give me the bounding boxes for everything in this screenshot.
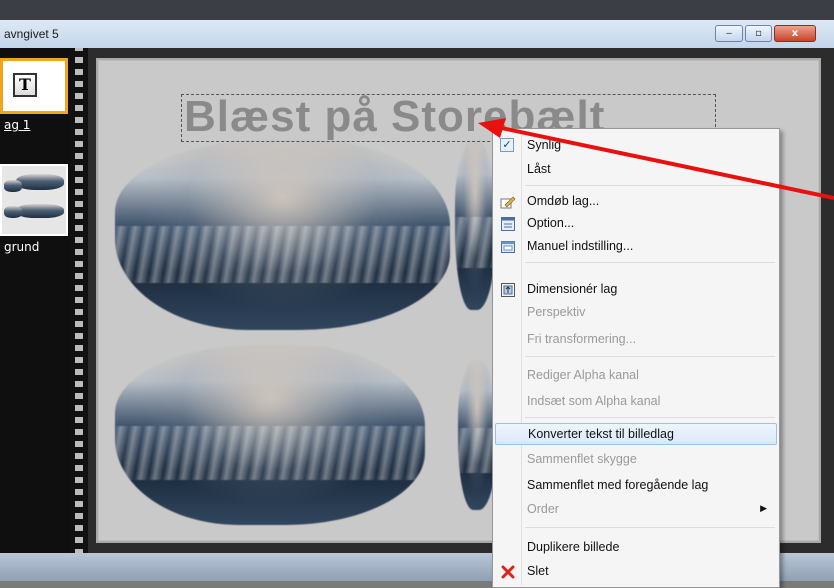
menu-item-label: Duplikere billede (527, 540, 620, 554)
submenu-arrow-icon: ▶ (760, 503, 767, 513)
layer-context-menu: ✓ Synlig Låst Omdøb lag... Option... Man… (492, 128, 780, 588)
maximize-icon: ▫ (755, 28, 762, 39)
resize-icon (501, 283, 515, 297)
menu-item-label: Manuel indstilling... (527, 239, 634, 253)
menu-item-label: Slet (527, 564, 549, 578)
mini-photo (4, 206, 22, 218)
mini-photo (16, 174, 64, 190)
option-icon (501, 217, 515, 231)
film-strip-decoration (70, 48, 88, 553)
menu-item-manual-settings[interactable]: Manuel indstilling... (495, 236, 777, 258)
photo-sea-top-right[interactable] (455, 140, 495, 310)
text-layer-icon: T (13, 73, 37, 97)
menu-item-rename-layer[interactable]: Omdøb lag... (495, 191, 777, 213)
menu-item-convert-text-to-image[interactable]: Konverter tekst til billedlag (495, 423, 777, 445)
menu-item-label: Sammenflet skygge (527, 452, 637, 466)
menu-item-edit-alpha[interactable]: Rediger Alpha kanal (495, 365, 777, 387)
menu-item-label: Indsæt som Alpha kanal (527, 394, 661, 408)
minimize-icon: ‒ (725, 28, 733, 39)
photo-sea-bottom-left[interactable] (115, 345, 425, 525)
layer-label-background[interactable]: grund (4, 240, 39, 254)
menu-item-label: Dimensionér lag (527, 282, 618, 296)
manual-settings-icon (501, 241, 515, 253)
menu-item-locked[interactable]: Låst (495, 159, 777, 181)
maximize-button[interactable]: ▫ (745, 25, 772, 42)
minimize-button[interactable]: ‒ (715, 25, 743, 42)
window-title: avngivet 5 (4, 27, 59, 41)
menu-item-label: Låst (527, 162, 551, 176)
menu-item-label: Synlig (527, 138, 562, 152)
photo-sea-bottom-right[interactable] (458, 360, 496, 510)
menu-item-visible[interactable]: ✓ Synlig (495, 135, 777, 157)
layer-thumb-background[interactable] (0, 164, 68, 236)
close-icon: x (791, 28, 799, 39)
menu-item-duplicate-image[interactable]: Duplikere billede (495, 537, 777, 559)
menu-item-label: Perspektiv (527, 305, 586, 319)
menu-item-order[interactable]: Order ▶ (495, 499, 777, 521)
menu-item-perspective[interactable]: Perspektiv (495, 302, 777, 324)
title-bar[interactable]: avngivet 5 ‒ ▫ x (0, 20, 834, 49)
rename-icon (500, 196, 516, 209)
menu-item-label: Konverter tekst til billedlag (528, 427, 674, 441)
check-icon: ✓ (500, 138, 514, 152)
menu-item-resize-layer[interactable]: Dimensionér lag (495, 279, 777, 301)
menu-item-label: Fri transformering... (527, 332, 637, 346)
menu-separator (525, 527, 775, 528)
menu-item-delete[interactable]: Slet (495, 561, 777, 583)
menu-separator (525, 417, 775, 418)
mini-photo (16, 204, 64, 218)
menu-separator (525, 356, 775, 357)
menu-item-option[interactable]: Option... (495, 213, 777, 235)
menu-item-label: Sammenflet med foregående lag (527, 478, 709, 492)
app-window: avngivet 5 ‒ ▫ x T ag 1 grund Blæst på S… (0, 0, 834, 588)
window-top-edge (0, 0, 834, 20)
layer-thumb-text[interactable]: T (0, 58, 68, 114)
menu-item-merge-shadow[interactable]: Sammenflet skygge (495, 449, 777, 471)
menu-item-free-transform[interactable]: Fri transformering... (495, 329, 777, 351)
delete-icon (501, 565, 515, 579)
menu-separator (525, 185, 775, 186)
close-button[interactable]: x (774, 25, 816, 42)
mini-photo (4, 180, 22, 192)
menu-separator (525, 262, 775, 263)
menu-item-label: Omdøb lag... (527, 194, 600, 208)
photo-sea-top-left[interactable] (115, 140, 450, 330)
menu-item-merge-previous[interactable]: Sammenflet med foregående lag (495, 475, 777, 497)
menu-item-label: Order (527, 502, 559, 516)
menu-item-label: Rediger Alpha kanal (527, 368, 639, 382)
menu-item-insert-alpha[interactable]: Indsæt som Alpha kanal (495, 391, 777, 413)
layer-label-text[interactable]: ag 1 (4, 118, 30, 132)
menu-item-label: Option... (527, 216, 575, 230)
